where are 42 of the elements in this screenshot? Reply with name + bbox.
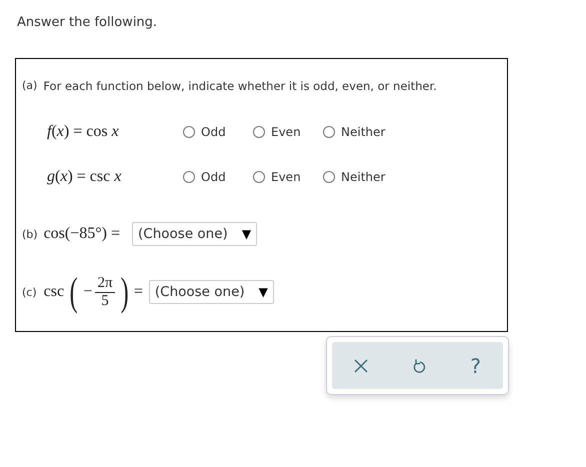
dropdown-value: (Choose one) (154, 284, 245, 300)
radio-button[interactable] (253, 126, 265, 138)
radio-button[interactable] (183, 126, 195, 138)
function-expression: f(x) = cos x (47, 123, 120, 141)
radio-option[interactable]: Neither (323, 170, 393, 184)
function-name: csc (44, 283, 64, 301)
numerator: 2π (95, 275, 115, 292)
instruction-text: Answer the following. (17, 15, 158, 30)
dropdown-arrow: ▼ (242, 227, 252, 241)
radio-option[interactable]: Odd (183, 125, 253, 139)
radio-button[interactable] (253, 171, 265, 183)
denominator: 5 (101, 292, 109, 309)
radio-button[interactable] (323, 126, 335, 138)
math-expression: cos(−85°) = (44, 225, 120, 243)
function-expression: g(x) = csc x (47, 168, 122, 186)
question-text: For each function below, indicate whether it is odd, even, or neither. (43, 79, 437, 93)
parenthesis: ( (70, 272, 78, 312)
equals-sign: = (134, 283, 143, 301)
help-button[interactable]: ? (470, 356, 481, 376)
option-label: Odd (201, 125, 226, 139)
option-label: Neither (341, 170, 386, 184)
minus-sign: − (83, 283, 92, 301)
option-label: Even (271, 170, 301, 184)
radio-button[interactable] (183, 171, 195, 183)
parenthesis: ) (120, 272, 128, 312)
radio-option[interactable]: Even (253, 125, 323, 139)
dropdown[interactable]: (Choose one) ▼ (132, 222, 258, 246)
dropdown-arrow: ▼ (258, 285, 268, 299)
option-label: Odd (201, 170, 226, 184)
radio-button[interactable] (323, 171, 335, 183)
radio-option[interactable]: Even (253, 170, 323, 184)
option-label: Even (271, 125, 301, 139)
part-label: (c) (22, 286, 37, 298)
dropdown-value: (Choose one) (138, 226, 228, 242)
radio-option[interactable]: Odd (183, 170, 253, 184)
radio-option[interactable]: Neither (323, 125, 393, 139)
part-label: (b) (22, 228, 38, 240)
undo-icon[interactable] (412, 358, 426, 374)
close-icon[interactable] (354, 358, 368, 372)
part-label: (a) (22, 79, 38, 93)
dropdown[interactable]: (Choose one) ▼ (148, 280, 274, 304)
option-label: Neither (341, 125, 386, 139)
